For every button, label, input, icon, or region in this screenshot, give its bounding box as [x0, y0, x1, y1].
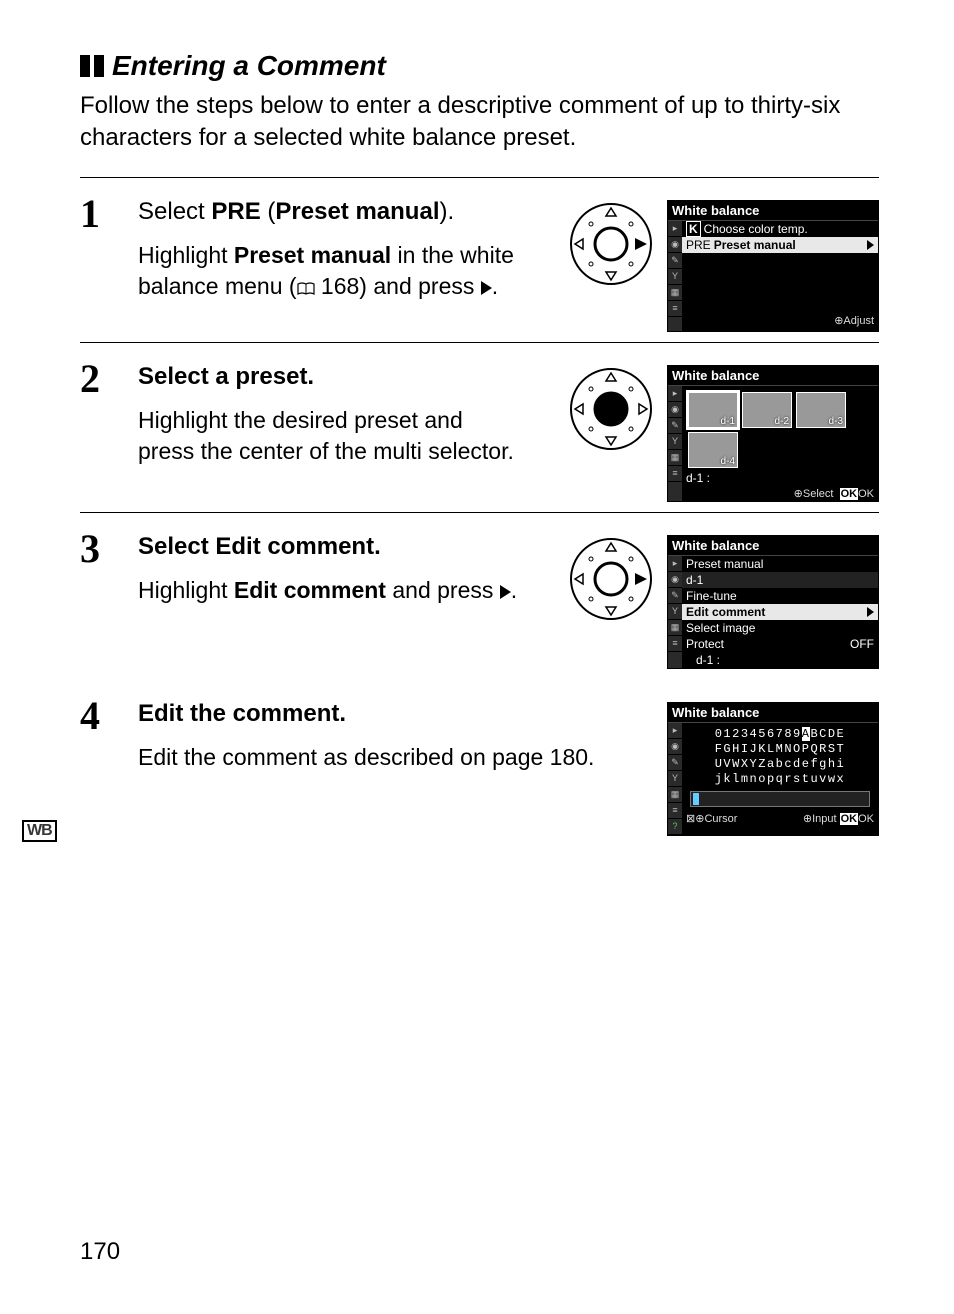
menu-row-preset-manual: PREPreset manual [682, 237, 878, 253]
preset-label: d-1 : [682, 470, 878, 486]
screen-footer: ⊕Adjust [682, 313, 878, 328]
menu-row: d-1 : [682, 652, 878, 668]
chevron-right-icon [867, 607, 874, 617]
chevron-right-icon [867, 240, 874, 250]
screen-title: White balance [668, 703, 878, 723]
multi-selector-icon [567, 365, 655, 453]
screen-sidebar: ▸◉✎Y▦≡ [668, 386, 682, 501]
step-3: 3 Select Edit comment. Highlight Edit co… [80, 513, 879, 679]
step-1: 1 Select PRE (Preset manual). Highlight … [80, 178, 879, 342]
step-number: 2 [80, 359, 120, 502]
screen-title: White balance [668, 366, 878, 386]
step-title: Select PRE (Preset manual). [138, 198, 549, 226]
heading-bullet-icon [80, 55, 104, 77]
intro-text: Follow the steps below to enter a descri… [80, 90, 879, 155]
screen-sidebar: ▸◉✎Y▦≡? [668, 723, 682, 835]
step-body: Highlight the desired preset and press t… [138, 405, 518, 467]
step-body: Edit the comment as described on page 18… [138, 742, 608, 773]
screen-sidebar: ▸◉✎Y▦≡ [668, 221, 682, 331]
right-arrow-icon [481, 281, 492, 295]
step-body: Highlight Preset manual in the white bal… [138, 240, 518, 302]
preset-thumbnails: d-1 d-2 d-3 d-4 [682, 386, 878, 470]
camera-screen-3: White balance ▸◉✎Y▦≡ Preset manual d-1 F… [667, 535, 879, 669]
wb-badge-icon: WB [22, 820, 57, 842]
step-title: Select a preset. [138, 363, 549, 391]
screen-title: White balance [668, 201, 878, 221]
char-grid-row: FGHIJKLMNOPQRST [682, 742, 878, 757]
multi-selector-icon [567, 200, 655, 288]
step-number: 4 [80, 696, 120, 836]
text-input-line [690, 791, 870, 807]
menu-row: Fine-tune [682, 588, 878, 604]
screen-title: White balance [668, 536, 878, 556]
camera-screen-4: White balance ▸◉✎Y▦≡? 0123456789ABCDE FG… [667, 702, 879, 836]
preset-d2: d-2 [742, 392, 792, 428]
menu-row-colortemp: KChoose color temp. [682, 221, 878, 237]
step-title: Edit the comment. [138, 700, 649, 728]
char-grid-row: UVWXYZabcdefghi [682, 757, 878, 772]
camera-screen-2: White balance ▸◉✎Y▦≡ d-1 d-2 d-3 d-4 d-1… [667, 365, 879, 502]
camera-screen-1: White balance ▸◉✎Y▦≡ KChoose color temp.… [667, 200, 879, 332]
screen-sidebar: ▸◉✎Y▦≡ [668, 556, 682, 668]
right-arrow-icon [500, 585, 511, 599]
book-icon [297, 282, 315, 296]
screen-footer: ⊕Select OKOK [682, 486, 878, 501]
menu-row: Select image [682, 620, 878, 636]
step-title: Select Edit comment. [138, 533, 549, 561]
screen-footer: ⊠⊕Cursor ⊕Input OKOK [682, 811, 878, 826]
step-2: 2 Select a preset. Highlight the desired… [80, 343, 879, 512]
preset-d3: d-3 [796, 392, 846, 428]
step-number: 1 [80, 194, 120, 332]
menu-row: Preset manual [682, 556, 878, 572]
page-number: 170 [80, 1238, 120, 1266]
char-grid-row: 0123456789ABCDE [682, 727, 878, 742]
menu-row: d-1 [682, 572, 878, 588]
preset-d4: d-4 [688, 432, 738, 468]
section-heading: Entering a Comment [80, 50, 879, 82]
menu-row: ProtectOFF [682, 636, 878, 652]
menu-row-edit-comment: Edit comment [682, 604, 878, 620]
step-body: Highlight Edit comment and press . [138, 575, 518, 606]
multi-selector-icon [567, 535, 655, 623]
heading-text: Entering a Comment [112, 50, 386, 82]
preset-d1: d-1 [688, 392, 738, 428]
step-number: 3 [80, 529, 120, 669]
char-grid-row: jklmnopqrstuvwx [682, 772, 878, 787]
step-4: 4 Edit the comment. Edit the comment as … [80, 680, 879, 846]
